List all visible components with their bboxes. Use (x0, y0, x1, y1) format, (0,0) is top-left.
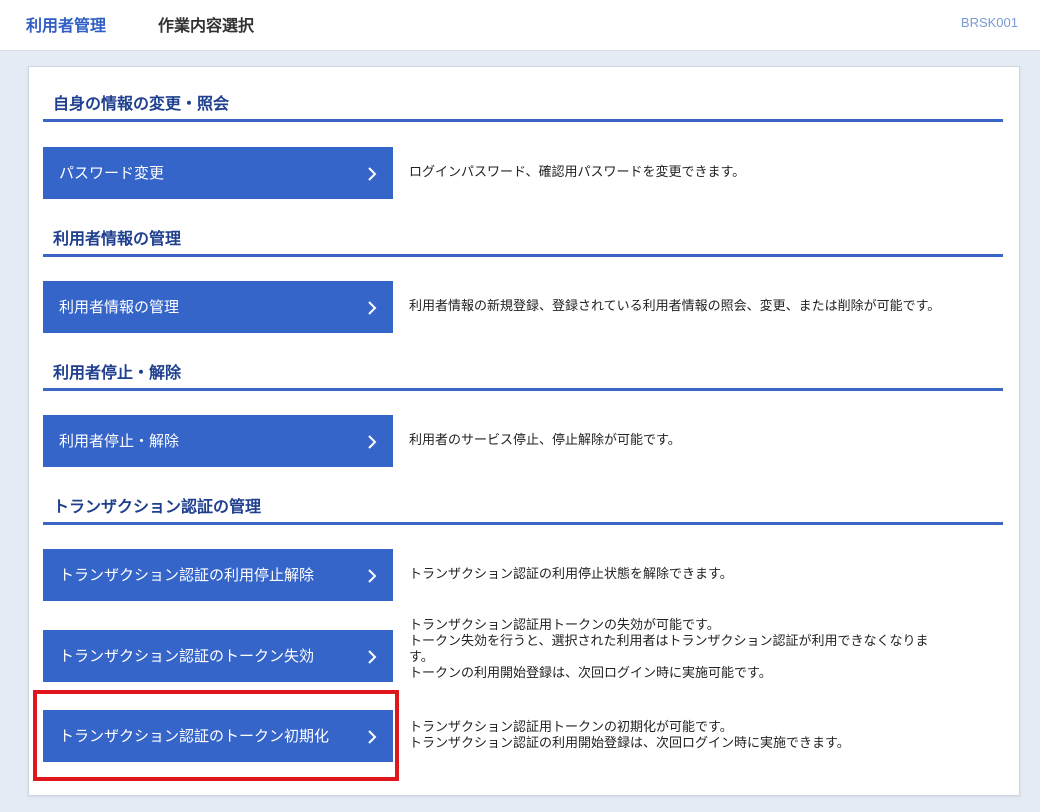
user-suspend-release-button[interactable]: 利用者停止・解除 (43, 415, 393, 467)
section-heading-transaction-auth: トランザクション認証の管理 (43, 492, 1003, 525)
description-line: 利用者のサービス停止、停止解除が可能です。 (409, 433, 681, 448)
section-heading-label: トランザクション認証の管理 (53, 497, 262, 516)
highlight-box (33, 690, 399, 781)
transaction-auth-unlock-button[interactable]: トランザクション認証の利用停止解除 (43, 549, 393, 601)
description-line: トークンの利用開始登録は、次回ログイン時に実施可能です。 (409, 666, 772, 681)
screen-code: BRSK001 (960, 15, 1018, 30)
user-suspend-release-description: 利用者のサービス停止、停止解除が可能です。 (409, 433, 979, 449)
button-label: トランザクション認証のトークン失効 (59, 647, 315, 665)
transaction-auth-token-reset-description: トランザクション認証用トークンの初期化が可能です。 トランザクション認証の利用開… (409, 720, 979, 752)
description-line: す。 (409, 650, 434, 665)
transaction-auth-unlock-description: トランザクション認証の利用停止状態を解除できます。 (409, 567, 979, 583)
chevron-right-icon (368, 569, 377, 583)
chevron-right-icon (368, 650, 377, 664)
section-heading-user-info: 利用者情報の管理 (43, 224, 1003, 257)
chevron-right-icon (368, 435, 377, 449)
user-info-management-description: 利用者情報の新規登録、登録されている利用者情報の照会、変更、または削除が可能です… (409, 299, 979, 315)
description-line: 利用者情報の新規登録、登録されている利用者情報の照会、変更、または削除が可能です… (409, 299, 941, 314)
description-line: トークン失効を行うと、選択された利用者はトランザクション認証が利用できなくなりま (409, 634, 929, 649)
chevron-right-icon (368, 167, 377, 181)
menu-panel: 自身の情報の変更・照会 パスワード変更 ログインパスワード、確認用パスワードを変… (28, 66, 1020, 796)
transaction-auth-token-revoke-button[interactable]: トランザクション認証のトークン失効 (43, 630, 393, 682)
description-line: トランザクション認証の利用開始登録は、次回ログイン時に実施できます。 (409, 736, 850, 751)
button-label: 利用者情報の管理 (59, 298, 180, 316)
button-label: パスワード変更 (59, 164, 165, 182)
section-heading-label: 利用者情報の管理 (53, 229, 182, 248)
password-change-description: ログインパスワード、確認用パスワードを変更できます。 (409, 165, 979, 181)
section-heading-user-suspend: 利用者停止・解除 (43, 358, 1003, 391)
section-heading-self-info: 自身の情報の変更・照会 (43, 89, 1003, 122)
button-label: トランザクション認証の利用停止解除 (59, 566, 315, 584)
description-line: トランザクション認証用トークンの失効が可能です。 (409, 618, 720, 633)
app-name: 利用者管理 (26, 16, 107, 35)
section-heading-label: 自身の情報の変更・照会 (53, 94, 230, 113)
page-title: 作業内容選択 (158, 16, 255, 35)
transaction-auth-token-revoke-description: トランザクション認証用トークンの失効が可能です。 トークン失効を行うと、選択され… (409, 618, 979, 682)
section-heading-label: 利用者停止・解除 (53, 363, 182, 382)
chevron-right-icon (368, 301, 377, 315)
top-bar: 利用者管理 作業内容選択 BRSK001 (0, 0, 1040, 51)
button-label: 利用者停止・解除 (59, 432, 180, 450)
description-line: トランザクション認証用トークンの初期化が可能です。 (409, 720, 733, 735)
user-info-management-button[interactable]: 利用者情報の管理 (43, 281, 393, 333)
description-line: トランザクション認証の利用停止状態を解除できます。 (409, 567, 733, 582)
description-line: ログインパスワード、確認用パスワードを変更できます。 (409, 165, 746, 180)
password-change-button[interactable]: パスワード変更 (43, 147, 393, 199)
